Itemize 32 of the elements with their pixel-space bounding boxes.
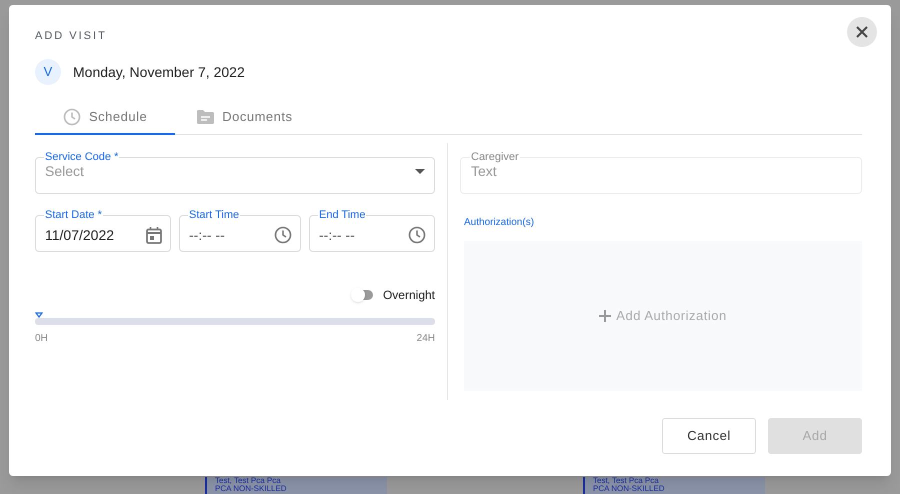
dialog-title: ADD VISIT <box>35 29 107 44</box>
start-marker-icon <box>35 312 43 318</box>
calendar-event[interactable]: Test, Test Pca Pca PCA NON-SKILLED <box>205 477 387 494</box>
timeline-end-label: 24H <box>416 332 435 346</box>
time-field[interactable]: End Time --:-- -- <box>309 207 435 252</box>
overnight-label: Overnight <box>382 287 435 304</box>
date-field[interactable]: Start Date * 11/07/2022 <box>35 207 171 252</box>
cancel-button[interactable]: Cancel <box>662 418 756 454</box>
event-service: PCA NON-SKILLED <box>215 485 288 493</box>
calendar-icon <box>146 226 162 244</box>
close-button[interactable] <box>847 17 877 47</box>
plus-icon <box>599 310 612 322</box>
service-code-select[interactable]: Service Code * Select <box>35 149 435 194</box>
clock-icon <box>63 108 81 126</box>
caregiver-field[interactable]: Caregiver Text <box>460 149 862 194</box>
time-field[interactable]: Start Time --:-- -- <box>179 207 301 252</box>
event-name: Test, Test Pca Pca <box>215 477 281 485</box>
close-icon <box>856 26 868 38</box>
dropdown-caret-icon <box>415 168 425 174</box>
visit-date: Monday, November 7, 2022 <box>73 62 245 82</box>
avatar: V <box>35 59 61 85</box>
authorizations-label: Authorization(s) <box>464 216 536 230</box>
folder-icon <box>197 110 214 124</box>
event-service: PCA NON-SKILLED <box>593 485 666 493</box>
clock-icon <box>274 226 292 244</box>
clock-icon <box>408 226 426 244</box>
tab[interactable]: Schedule <box>35 101 176 135</box>
timeline-start-label: 0H <box>35 332 48 346</box>
overnight-toggle[interactable] <box>350 288 375 302</box>
calendar-event[interactable]: Test, Test Pca Pca PCA NON-SKILLED <box>583 477 765 494</box>
event-name: Test, Test Pca Pca <box>593 477 659 485</box>
tab[interactable]: Documents <box>175 101 314 135</box>
